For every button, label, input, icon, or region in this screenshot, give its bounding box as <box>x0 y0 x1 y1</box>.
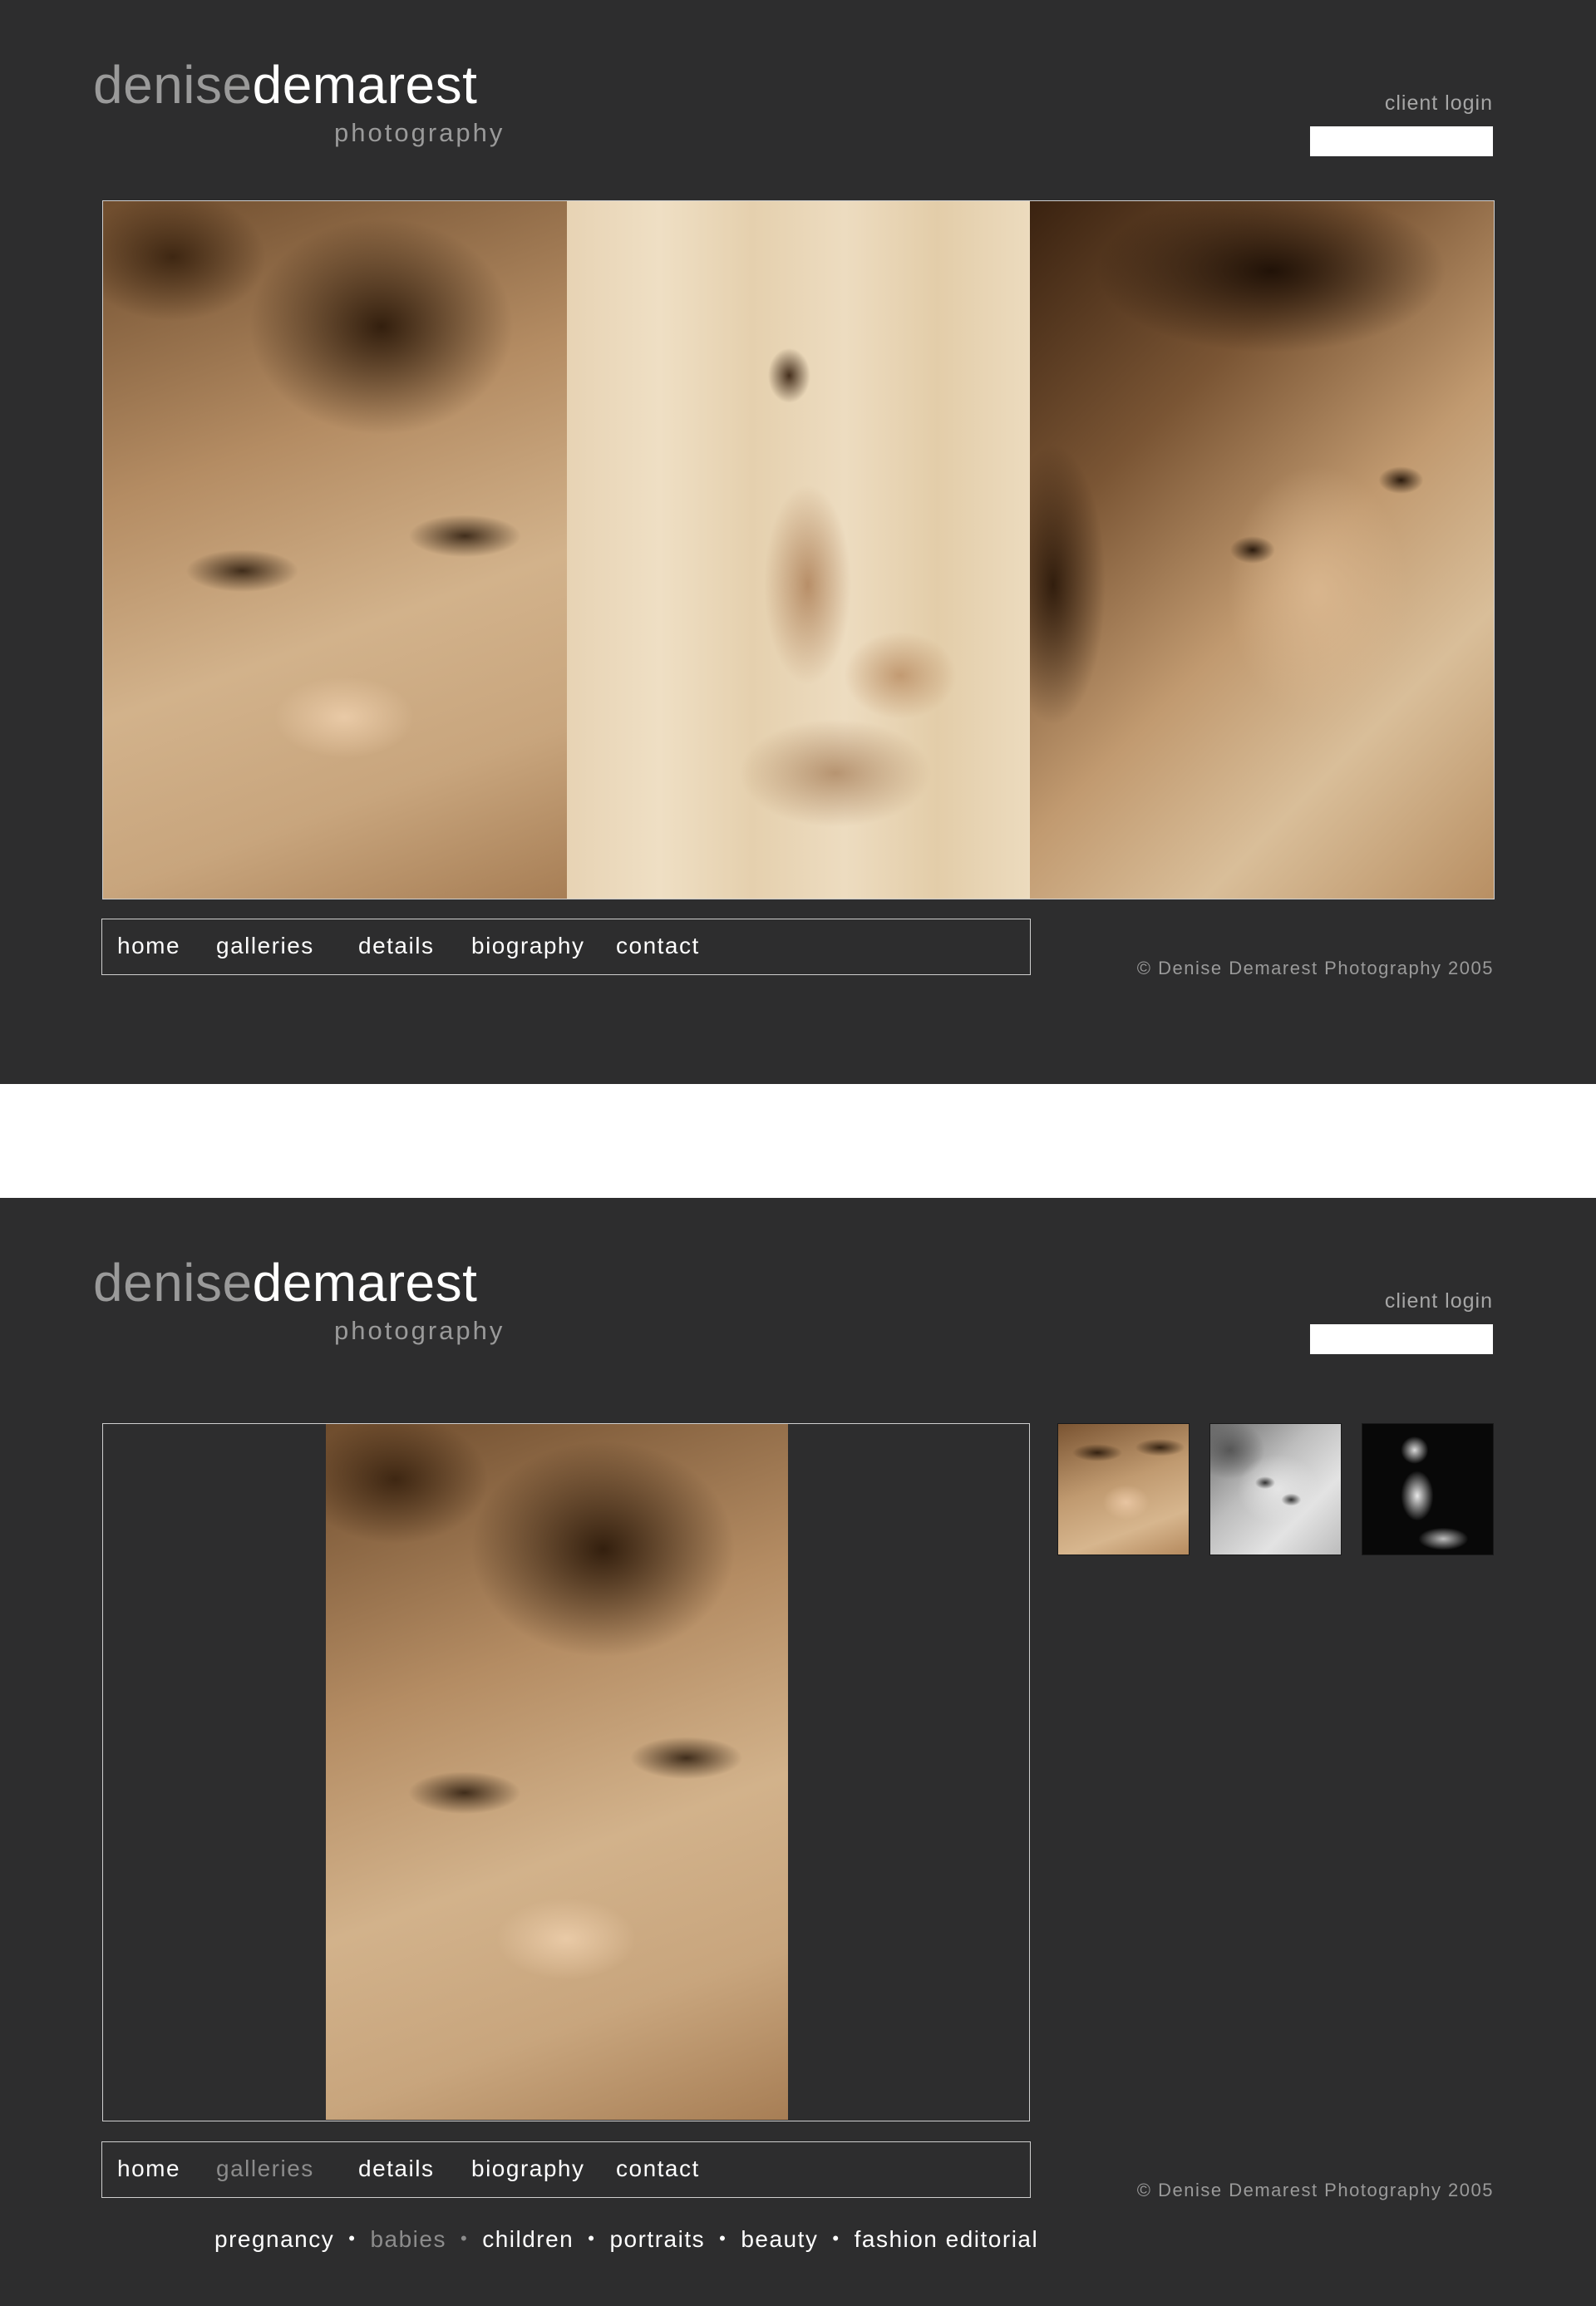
gallery-category-nav: pregnancy • babies • children • portraits • beau… <box>214 2226 1038 2253</box>
category-babies[interactable]: babies <box>370 2226 446 2252</box>
category-separator: • <box>460 2228 469 2249</box>
category-separator: • <box>832 2228 840 2249</box>
logo-wordmark: denisedemarest <box>93 58 477 111</box>
client-login-label: client login <box>1384 91 1493 115</box>
nav-home[interactable]: home <box>117 2156 180 2182</box>
nav-home[interactable]: home <box>117 933 180 959</box>
logo-name-bold: demarest <box>252 1253 478 1313</box>
logo-name-bold: demarest <box>252 55 478 115</box>
logo-subtitle: photography <box>334 118 505 147</box>
logo-subtitle: photography <box>334 1316 505 1345</box>
hero-photo-strip <box>102 200 1495 899</box>
category-fashion-editorial[interactable]: fashion editorial <box>855 2226 1039 2252</box>
home-page-panel: denisedemarest photography client login … <box>0 0 1596 1084</box>
main-nav: home galleries details biography contact <box>101 2141 1031 2198</box>
copyright-text: © Denise Demarest Photography 2005 <box>1136 2180 1494 2200</box>
hero-photo-pregnancy[interactable] <box>566 201 1031 899</box>
thumbnail-1[interactable] <box>1057 1423 1190 1555</box>
nav-details[interactable]: details <box>358 2156 434 2182</box>
category-children[interactable]: children <box>482 2226 574 2252</box>
category-separator: • <box>588 2228 596 2249</box>
copyright-text: © Denise Demarest Photography 2005 <box>1136 958 1494 978</box>
nav-galleries[interactable]: galleries <box>216 933 314 959</box>
thumbnail-3[interactable] <box>1362 1423 1494 1555</box>
viewer-photo[interactable] <box>326 1424 788 2120</box>
main-nav: home galleries details biography contact <box>101 919 1031 975</box>
nav-contact[interactable]: contact <box>616 2156 700 2182</box>
nav-biography[interactable]: biography <box>471 2156 584 2182</box>
logo-name-light: denise <box>93 1253 253 1313</box>
category-beauty[interactable]: beauty <box>741 2226 818 2252</box>
gallery-page-panel: denisedemarest photography client login … <box>0 1198 1596 2306</box>
nav-contact[interactable]: contact <box>616 933 700 959</box>
category-portraits[interactable]: portraits <box>609 2226 705 2252</box>
category-separator: • <box>719 2228 727 2249</box>
logo-name-light: denise <box>93 55 253 115</box>
nav-galleries[interactable]: galleries <box>216 2156 314 2182</box>
client-login-input[interactable] <box>1310 126 1493 156</box>
photo-viewer <box>102 1423 1030 2121</box>
thumbnail-strip <box>1057 1423 1494 1555</box>
logo-wordmark: denisedemarest <box>93 1256 477 1309</box>
site-logo[interactable]: denisedemarest photography <box>93 1256 502 1343</box>
category-pregnancy[interactable]: pregnancy <box>214 2226 334 2252</box>
site-logo[interactable]: denisedemarest photography <box>93 58 502 145</box>
hero-photo-portrait[interactable] <box>1030 201 1494 899</box>
category-separator: • <box>348 2228 357 2249</box>
client-login-label: client login <box>1384 1289 1493 1313</box>
hero-photo-child[interactable] <box>103 201 567 899</box>
thumbnail-2[interactable] <box>1209 1423 1342 1555</box>
client-login-input[interactable] <box>1310 1324 1493 1354</box>
nav-details[interactable]: details <box>358 933 434 959</box>
nav-biography[interactable]: biography <box>471 933 584 959</box>
